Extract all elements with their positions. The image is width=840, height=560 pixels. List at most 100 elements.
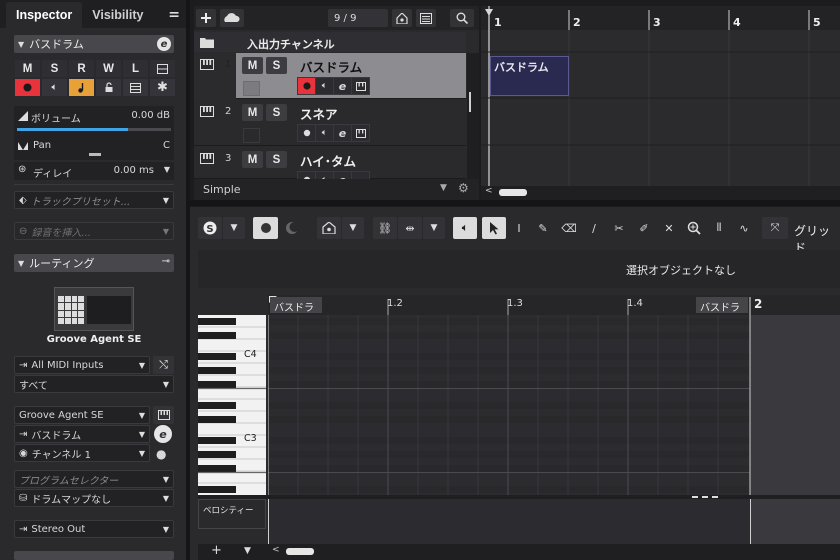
add-track-folder-icon[interactable]	[220, 9, 244, 27]
piano-keyboard[interactable]: C4 C3	[198, 315, 266, 495]
volume-value[interactable]: 0.00 dB	[131, 110, 170, 121]
shuffle-icon[interactable]: ⤭	[153, 356, 174, 374]
read-automation-button[interactable]: R	[69, 60, 94, 77]
scroll-thumb[interactable]	[469, 92, 471, 112]
track-monitor-icon[interactable]: 🔈︎	[316, 125, 333, 141]
lanes-button[interactable]: L	[123, 60, 148, 77]
collapse-triangle-icon[interactable]: ▼	[18, 40, 24, 49]
track-preset-field[interactable]: ⬖ トラックプリセット... ▼	[14, 191, 174, 209]
track-row-1[interactable]: 1 M S バスドラム 🔈︎ e	[194, 53, 466, 99]
draw-tool-icon[interactable]: ✎	[532, 217, 554, 239]
object-select-tool-icon[interactable]	[482, 217, 506, 239]
record-in-editor-icon[interactable]	[253, 217, 278, 239]
routing-link-icon[interactable]: ⊸	[162, 256, 170, 267]
track-color-box[interactable]	[243, 128, 260, 143]
track-keyboard-icon[interactable]	[352, 172, 369, 179]
chevron-down-icon[interactable]: ▼	[423, 217, 445, 239]
drum-map-select[interactable]: ⛁ ドラムマップなし ▼	[14, 489, 174, 507]
track-solo-button[interactable]: S	[266, 104, 287, 121]
pan-value[interactable]: C	[163, 140, 170, 151]
split-tool-icon[interactable]: ✂	[608, 217, 630, 239]
edit-instrument-icon[interactable]: e	[157, 37, 171, 51]
chevron-down-icon[interactable]: ▼	[163, 494, 169, 503]
routing-section-header[interactable]: ▼ ルーティング ⊸	[14, 254, 174, 272]
output-track-select[interactable]: ⇥ バスドラム ▼	[14, 425, 150, 443]
visibility-agent-icon[interactable]	[317, 217, 341, 239]
track-row-3[interactable]: 3 M S ハイ･タム 🔈︎ e	[194, 147, 466, 179]
acoustic-feedback-icon[interactable]: 🔈︎	[453, 217, 477, 239]
moon-icon[interactable]	[280, 217, 304, 239]
track-edit-icon[interactable]: e	[334, 125, 351, 141]
track-mute-button[interactable]: M	[242, 104, 263, 121]
snap-icon[interactable]: ⤧	[762, 217, 788, 239]
track-solo-button[interactable]: S	[266, 151, 287, 168]
track-mute-button[interactable]: M	[242, 57, 263, 74]
link-icon[interactable]: ⛓	[373, 217, 397, 239]
track-keyboard-icon[interactable]	[352, 78, 369, 94]
lock-icon[interactable]	[96, 79, 121, 96]
track-counter[interactable]: 9 / 9	[328, 9, 388, 27]
arrange-view[interactable]: 1 2 3 4 5 バスドラム <	[481, 6, 840, 200]
chevron-down-icon[interactable]: ▼	[163, 380, 169, 389]
mute-button[interactable]: M	[15, 60, 40, 77]
track-edit-icon[interactable]: e	[334, 78, 351, 94]
track-monitor-icon[interactable]: 🔈︎	[316, 78, 333, 94]
chevron-down-icon[interactable]: ▼	[440, 183, 447, 193]
edit-instrument-icon[interactable]: e	[154, 425, 172, 443]
instrument-thumbnail[interactable]	[54, 287, 134, 331]
visibility-agent-icon[interactable]	[392, 9, 412, 27]
panel-divider[interactable]	[186, 0, 190, 560]
chevron-down-icon[interactable]: ▼	[139, 449, 145, 458]
scroll-left-icon[interactable]: <	[485, 186, 493, 196]
auto-scroll-icon[interactable]: ⇹	[398, 217, 422, 239]
part-name-tag[interactable]: バスドラム	[696, 297, 748, 329]
output-channel-select[interactable]: ◉ チャンネル 1 ▼	[14, 444, 150, 462]
chevron-down-icon[interactable]: ▼	[163, 196, 169, 205]
track-list-icon[interactable]	[416, 9, 436, 27]
splitter-handle[interactable]	[692, 496, 718, 498]
output-instrument-select[interactable]: Groove Agent SE ▼	[14, 406, 150, 424]
volume-slider-track[interactable]	[17, 128, 171, 131]
panel-divider[interactable]	[190, 200, 840, 206]
collapse-triangle-icon[interactable]: ▼	[18, 259, 24, 268]
track-record-button[interactable]	[298, 125, 315, 141]
show-lanes-icon[interactable]	[150, 60, 175, 77]
next-section-header[interactable]	[14, 551, 174, 560]
expression-icon[interactable]: ●	[156, 447, 166, 461]
chevron-down-icon[interactable]: ▼	[244, 546, 251, 556]
input-output-channel-row[interactable]: 入出力チャンネル	[194, 32, 466, 52]
scroll-thumb[interactable]	[499, 189, 527, 196]
tab-visibility[interactable]: Visibility	[82, 2, 153, 28]
midi-channel-select[interactable]: すべて ▼	[14, 375, 174, 393]
pan-control[interactable]: Pan C	[14, 138, 174, 160]
zoom-tool-icon[interactable]	[683, 217, 705, 239]
delay-value[interactable]: 0.00 ms	[114, 165, 154, 176]
arrange-horizontal-scrollbar[interactable]: <	[481, 186, 840, 200]
delay-control[interactable]: ⊛ ディレイ 0.00 ms ▼	[14, 162, 174, 180]
monitor-speaker-icon[interactable]: 🔈︎	[42, 79, 67, 96]
track-solo-button[interactable]: S	[266, 57, 287, 74]
search-icon[interactable]	[450, 9, 474, 27]
glue-tool-icon[interactable]: ✐	[633, 217, 655, 239]
line-tool-icon[interactable]: ∕	[583, 217, 605, 239]
track-name[interactable]: ハイ･タム	[300, 151, 356, 170]
part-name-tag[interactable]: バスドラム	[270, 297, 322, 329]
mute-tool-icon[interactable]: ✕	[658, 217, 680, 239]
track-record-button[interactable]	[298, 78, 315, 94]
volume-control[interactable]: ボリューム 0.00 dB	[14, 106, 174, 142]
track-mute-button[interactable]: M	[242, 151, 263, 168]
trim-tool-icon[interactable]: ⦀	[708, 217, 730, 239]
chevron-down-icon[interactable]: ▼	[223, 217, 245, 239]
chevron-down-icon[interactable]: ▼	[163, 525, 169, 534]
add-lane-icon[interactable]: +	[211, 543, 222, 558]
note-grid[interactable]	[268, 315, 840, 495]
track-record-button[interactable]	[298, 172, 315, 179]
track-section-header[interactable]: ▼ バスドラム e	[14, 35, 174, 53]
midi-input-select[interactable]: ⇥ All MIDI Inputs ▼	[14, 356, 150, 374]
time-warp-icon[interactable]: ∿	[733, 217, 755, 239]
midi-event[interactable]: バスドラム	[490, 56, 569, 96]
insert-field[interactable]: ⊖ 録音を挿入... ▼	[14, 222, 174, 240]
track-list-mode[interactable]: Simple	[203, 183, 241, 196]
gear-icon[interactable]: ⚙	[458, 181, 469, 195]
scroll-left-icon[interactable]: <	[272, 545, 280, 555]
